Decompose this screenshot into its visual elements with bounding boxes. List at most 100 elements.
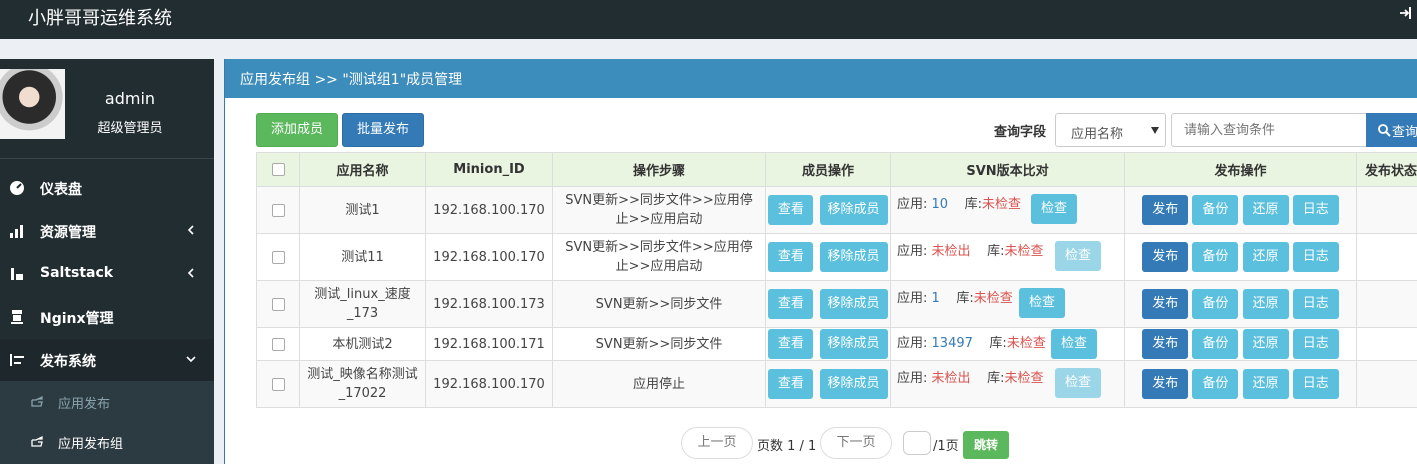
restore-button[interactable]: 还原 [1242,242,1289,272]
go-button[interactable]: 跳转 [963,431,1009,459]
sidebar-item-label: Saltstack [40,265,114,281]
header-select-all[interactable] [256,152,300,187]
query-button-label: 查询 [1392,125,1417,140]
sidebar-item-release[interactable]: 发布系统 [0,339,214,382]
row-checkbox[interactable] [271,250,285,264]
row-checkbox[interactable] [271,297,285,311]
restore-button[interactable]: 还原 [1242,289,1289,319]
log-button[interactable]: 日志 [1292,195,1339,225]
publish-status-cell [1356,360,1417,408]
steps-cell[interactable]: SVN更新>>同步文件 [552,327,766,361]
svn-compare: 应用: 1 库:未检查 [897,289,1013,308]
row-checkbox[interactable] [271,337,285,351]
view-button[interactable]: 查看 [768,195,814,225]
minion-id-cell: 192.168.100.170 [425,233,553,281]
minion-id-cell: 192.168.100.170 [425,360,553,408]
restore-button[interactable]: 还原 [1242,195,1289,225]
table-header-row: 应用名称 Minion_ID 操作步骤 成员操作 SVN版本比对 发布操作 发布… [256,152,1417,187]
saltstack-icon [11,268,23,280]
table-row: 测试_映像名称测试_17022 192.168.100.170 应用停止 查看 … [256,360,1417,408]
sidebar-subitem-app-release-group[interactable]: 应用发布组 [0,421,214,461]
log-button[interactable]: 日志 [1292,289,1339,319]
remove-member-button[interactable]: 移除成员 [819,242,888,272]
publish-button[interactable]: 发布 [1142,369,1189,399]
lib-version: 未检查 [1006,336,1046,351]
lib-label: 库: [989,336,1007,351]
app-label: 应用: [897,291,928,306]
lib-version: 未检查 [1004,244,1044,259]
next-page-button[interactable]: 下一页 [820,427,892,459]
user-panel: admin 超级管理员 [0,59,214,159]
steps-cell[interactable]: SVN更新>>同步文件 [552,280,766,328]
view-button[interactable]: 查看 [768,289,814,319]
check-button[interactable]: 检查 [1051,329,1097,359]
sidebar-item-saltstack[interactable]: Saltstack [0,253,214,296]
restore-button[interactable]: 还原 [1242,369,1289,399]
view-button[interactable]: 查看 [768,242,814,272]
check-button[interactable]: 检查 [1019,288,1065,318]
log-button[interactable]: 日志 [1292,242,1339,272]
check-button[interactable]: 检查 [1031,194,1077,224]
backup-button[interactable]: 备份 [1192,242,1239,272]
check-button[interactable]: 检查 [1055,368,1101,398]
sidebar: admin 超级管理员 仪表盘 资源管理 Saltstack Nginx管理 发… [0,59,214,464]
page-number-input[interactable] [903,431,931,455]
view-button[interactable]: 查看 [768,369,814,399]
restore-button[interactable]: 还原 [1242,329,1289,359]
column-header: 发布操作 [1124,152,1357,187]
column-header: SVN版本比对 [890,152,1125,187]
steps-cell[interactable]: SVN更新>>同步文件>>应用停止>>应用启动 [552,186,766,234]
add-member-button[interactable]: 添加成员 [256,113,338,147]
select-all-checkbox[interactable] [271,163,285,176]
row-checkbox[interactable] [271,203,285,217]
app-title: 小胖哥哥运维系统 [28,8,172,29]
steps-cell[interactable]: 应用停止 [552,360,766,408]
publish-button[interactable]: 发布 [1142,329,1189,359]
sidebar-item-label: 发布系统 [40,354,96,370]
backup-button[interactable]: 备份 [1192,369,1239,399]
lib-version: 未检查 [982,197,1022,212]
hand-point-icon [31,395,43,407]
query-button[interactable]: 查询 [1366,113,1417,147]
publish-button[interactable]: 发布 [1142,289,1189,319]
publish-status-cell [1356,280,1417,328]
sidebar-item-nginx[interactable]: Nginx管理 [0,296,214,339]
logout-icon[interactable] [1399,6,1413,20]
sidebar-subitem-app-release[interactable]: 应用发布 [0,381,214,421]
sidebar-item-dashboard[interactable]: 仪表盘 [0,167,214,210]
remove-member-button[interactable]: 移除成员 [819,329,888,359]
backup-button[interactable]: 备份 [1192,289,1239,319]
query-input[interactable] [1171,113,1367,147]
remove-member-button[interactable]: 移除成员 [819,369,888,399]
column-header: 操作步骤 [552,152,766,187]
publish-button[interactable]: 发布 [1142,195,1189,225]
backup-button[interactable]: 备份 [1192,329,1239,359]
check-button[interactable]: 检查 [1055,241,1101,271]
query-field-select[interactable]: 应用名称 [1055,113,1166,147]
log-button[interactable]: 日志 [1292,369,1339,399]
sidebar-item-resources[interactable]: 资源管理 [0,210,214,253]
remove-member-button[interactable]: 移除成员 [819,289,888,319]
table-row: 测试11 192.168.100.170 SVN更新>>同步文件>>应用停止>>… [256,233,1417,281]
publish-button[interactable]: 发布 [1142,242,1189,272]
row-checkbox[interactable] [271,377,285,391]
page-info: 页数 1 / 1 [757,439,817,454]
table-row: 测试_linux_速度_173 192.168.100.173 SVN更新>>同… [256,280,1417,328]
column-header: 成员操作 [765,152,891,187]
remove-member-button[interactable]: 移除成员 [819,195,888,225]
search-icon [1378,124,1391,137]
app-name-cell: 测试1 [299,186,426,234]
avatar [0,69,65,139]
log-button[interactable]: 日志 [1292,329,1339,359]
prev-page-button[interactable]: 上一页 [681,427,753,459]
lib-version: 未检查 [1004,371,1044,386]
view-button[interactable]: 查看 [768,329,814,359]
minion-id-cell: 192.168.100.171 [425,327,553,361]
app-name-cell: 本机测试2 [299,327,426,361]
publish-status-cell [1356,233,1417,281]
backup-button[interactable]: 备份 [1192,195,1239,225]
lib-label: 库: [987,244,1005,259]
app-version: 1 [931,291,940,306]
steps-cell[interactable]: SVN更新>>同步文件>>应用停止>>应用启动 [552,233,766,281]
batch-publish-button[interactable]: 批量发布 [342,113,424,147]
